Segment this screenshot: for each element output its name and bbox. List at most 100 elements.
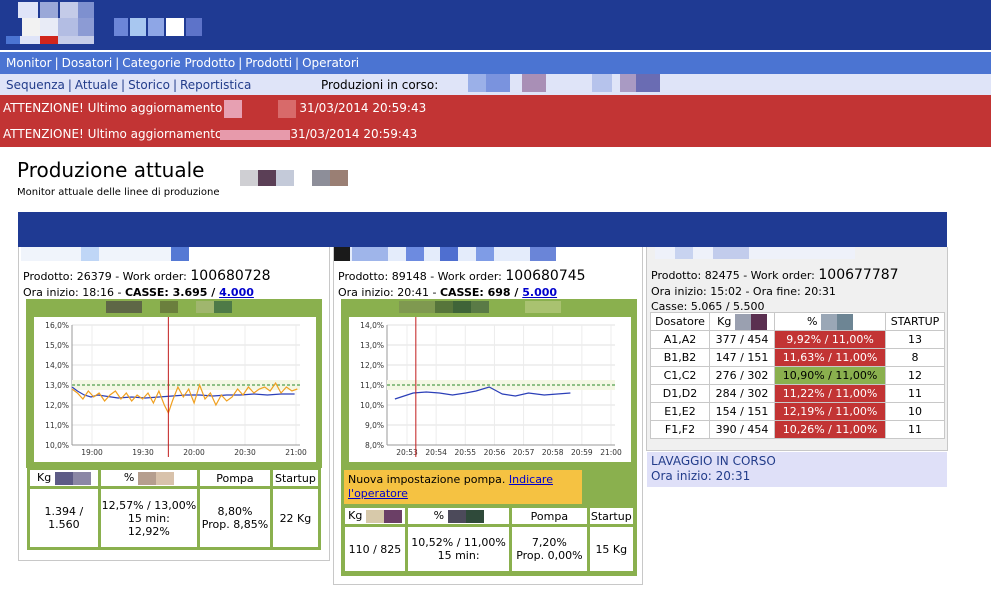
line-3-redacted-name [655,247,855,259]
page-title: Produzione attuale [17,158,205,182]
line-1-pompa-value: 8,80% Prop. 8,85% [200,489,270,547]
x-tick-label: 20:55 [454,448,476,457]
line-2-chart-frame: 14,0% 13,0% 12,0% 11,0% 10,0% 9,0% 8,0% 20:53 20… [341,299,637,468]
alert-text: ATTENZIONE! Ultimo aggiornamento [3,127,223,141]
y-tick-label: 12,0% [360,361,384,370]
y-tick-label: 9,0% [365,421,384,430]
table-row: C1,C2 276 / 302 10,90% / 11,00% 12 [650,366,945,385]
table-row: B1,B2 147 / 151 11,63% / 11,00% 8 [650,348,945,367]
x-tick-label: 20:56 [484,448,506,457]
line-1-kg-header: Kg [30,470,98,486]
y-tick-label: 11,0% [360,381,384,390]
line-1-stats: Kg % Pompa Startup 1.394 / 1.560 12,57% … [27,467,321,550]
line-1-chart-area: 16,0% 15,0% 14,0% 13,0% 12,0% 11,0% 10,0% 19:00… [34,317,316,462]
y-tick-label: 11,0% [45,421,69,430]
x-tick-label: 21:00 [285,448,307,457]
line-1-pct-value: 12,57% / 13,00% 15 min: 12,92% [100,489,198,547]
alert-banner-2: ATTENZIONE! Ultimo aggiornamento 31/03/20… [0,121,991,147]
sub-menu: Sequenza | Attuale | Storico | Reportistica Pr… [0,74,991,95]
line-1-pct-header: % [100,470,198,486]
x-tick-label: 21:00 [600,448,622,457]
x-tick-label: 20:53 [396,448,418,457]
menu-prodotti[interactable]: Prodotti [242,52,295,74]
line-3-info: Prodotto: 82475 - Work order: 100677787 … [651,267,899,313]
alert-time: 31/03/2014 20:59:43 [290,127,418,141]
table-row: F1,F2 390 / 454 10,26% / 11,00% 11 [650,420,945,439]
line-2-chart: 14,0% 13,0% 12,0% 11,0% 10,0% 9,0% 8,0% 20:53 20… [360,317,622,457]
x-tick-label: 19:00 [81,448,103,457]
line-2-info: Prodotto: 89148 - Work order: 100680745 … [338,268,586,299]
wash-status-box: LAVAGGIO IN CORSO Ora inizio: 20:31 [647,452,947,487]
production-label: Produzioni in corso: [321,78,439,92]
y-tick-label: 14,0% [360,321,384,330]
line-2-kg-header: Kg [345,508,405,524]
line-2-chart-area: 14,0% 13,0% 12,0% 11,0% 10,0% 9,0% 8,0% 20:53 20… [349,317,631,462]
line-2-startup-header: Startup [589,508,633,524]
submenu-attuale[interactable]: Attuale [72,74,121,96]
line-2-redacted-name [334,247,556,261]
y-tick-label: 10,0% [360,401,384,410]
submenu-sequenza[interactable]: Sequenza [0,74,68,96]
line-1-startup-header: Startup [272,470,318,486]
line-2-pct-value: 10,52% / 11,00% 15 min: [407,527,510,571]
line-2-pct-header: % [407,508,510,524]
menu-dosatori[interactable]: Dosatori [59,52,116,74]
line-1-startup-value: 22 Kg [272,489,318,547]
x-tick-label: 20:59 [571,448,593,457]
menu-operatori[interactable]: Operatori [299,52,362,74]
page-subtitle: Monitor attuale delle linee di produzion… [17,187,220,198]
line-1-chart-frame: 16,0% 15,0% 14,0% 13,0% 12,0% 11,0% 10,0% 19:00… [26,299,322,468]
top-banner [0,0,991,50]
y-tick-label: 14,0% [45,361,69,370]
alert-text: ATTENZIONE! Ultimo aggiornamento [3,101,223,115]
line-2-kg-value: 110 / 825 [345,527,405,571]
target-band [387,380,615,390]
line-1-redacted-name [21,247,189,261]
line-1-work-order: 100680728 [190,268,271,284]
table-row: E1,E2 154 / 151 12,19% / 11,00% 10 [650,402,945,421]
line-3-product: Prodotto: 82475 - Work order: [651,269,815,282]
menu-monitor[interactable]: Monitor [0,52,55,74]
notice-text: Nuova impostazione pompa. [348,473,506,486]
x-tick-label: 20:58 [542,448,564,457]
line-2-casse-target-link[interactable]: 5.000 [522,286,557,299]
submenu-reportistica[interactable]: Reportistica [177,74,254,96]
line-1-kg-value: 1.394 / 1.560 [30,489,98,547]
y-tick-label: 16,0% [45,321,69,330]
line-1-info: Prodotto: 26379 - Work order: 100680728 … [23,268,271,299]
x-tick-label: 19:30 [132,448,154,457]
line-1-pompa-header: Pompa [200,470,270,486]
production-redacted [452,74,684,95]
x-tick-label: 20:54 [425,448,447,457]
wash-start: Ora inizio: 20:31 [651,469,751,483]
line-1-start: Ora inizio: 18:16 - [23,286,125,299]
title-redacted [240,170,348,186]
line-2-chart-legend-redacted [399,301,561,313]
line-3-work-order: 100677787 [818,267,899,283]
line-2-startup-value: 15 Kg [589,527,633,571]
line-2-start: Ora inizio: 20:41 - [338,286,440,299]
alert-banner-1: ATTENZIONE! Ultimo aggiornamento 31/03/20… [0,95,991,121]
col-pct: % [774,312,886,331]
line-1-casse-target-link[interactable]: 4.000 [219,286,254,299]
line-2-stats: Kg % Pompa Startup 110 / 825 10,52% / 11… [342,505,636,574]
menu-categorie-prodotto[interactable]: Categorie Prodotto [119,52,238,74]
y-tick-label: 8,0% [365,441,384,450]
line-1-chart-legend-redacted [106,301,250,313]
line-1-product: Prodotto: 26379 - Work order: [23,270,187,283]
line-2-product: Prodotto: 89148 - Work order: [338,270,502,283]
y-tick-label: 15,0% [45,341,69,350]
y-tick-label: 10,0% [45,441,69,450]
table-row: D1,D2 284 / 302 11,22% / 11,00% 11 [650,384,945,403]
line-1-casse: CASSE: 3.695 / [124,286,220,299]
alert-time: 31/03/2014 20:59:43 [299,101,427,115]
y-tick-label: 13,0% [45,381,69,390]
line-2-pompa-value: 7,20% Prop. 0,00% [512,527,587,571]
lines-header-bar [18,212,947,247]
main-menu: Monitor | Dosatori | Categorie Prodotto | Prod… [0,52,991,74]
submenu-storico[interactable]: Storico [125,74,173,96]
line-2-pump-notice: Nuova impostazione pompa. Indicare l'ope… [344,470,582,504]
col-dosatore: Dosatore [650,312,710,331]
line-2-casse: CASSE: 698 / [439,286,523,299]
x-tick-label: 20:00 [183,448,205,457]
